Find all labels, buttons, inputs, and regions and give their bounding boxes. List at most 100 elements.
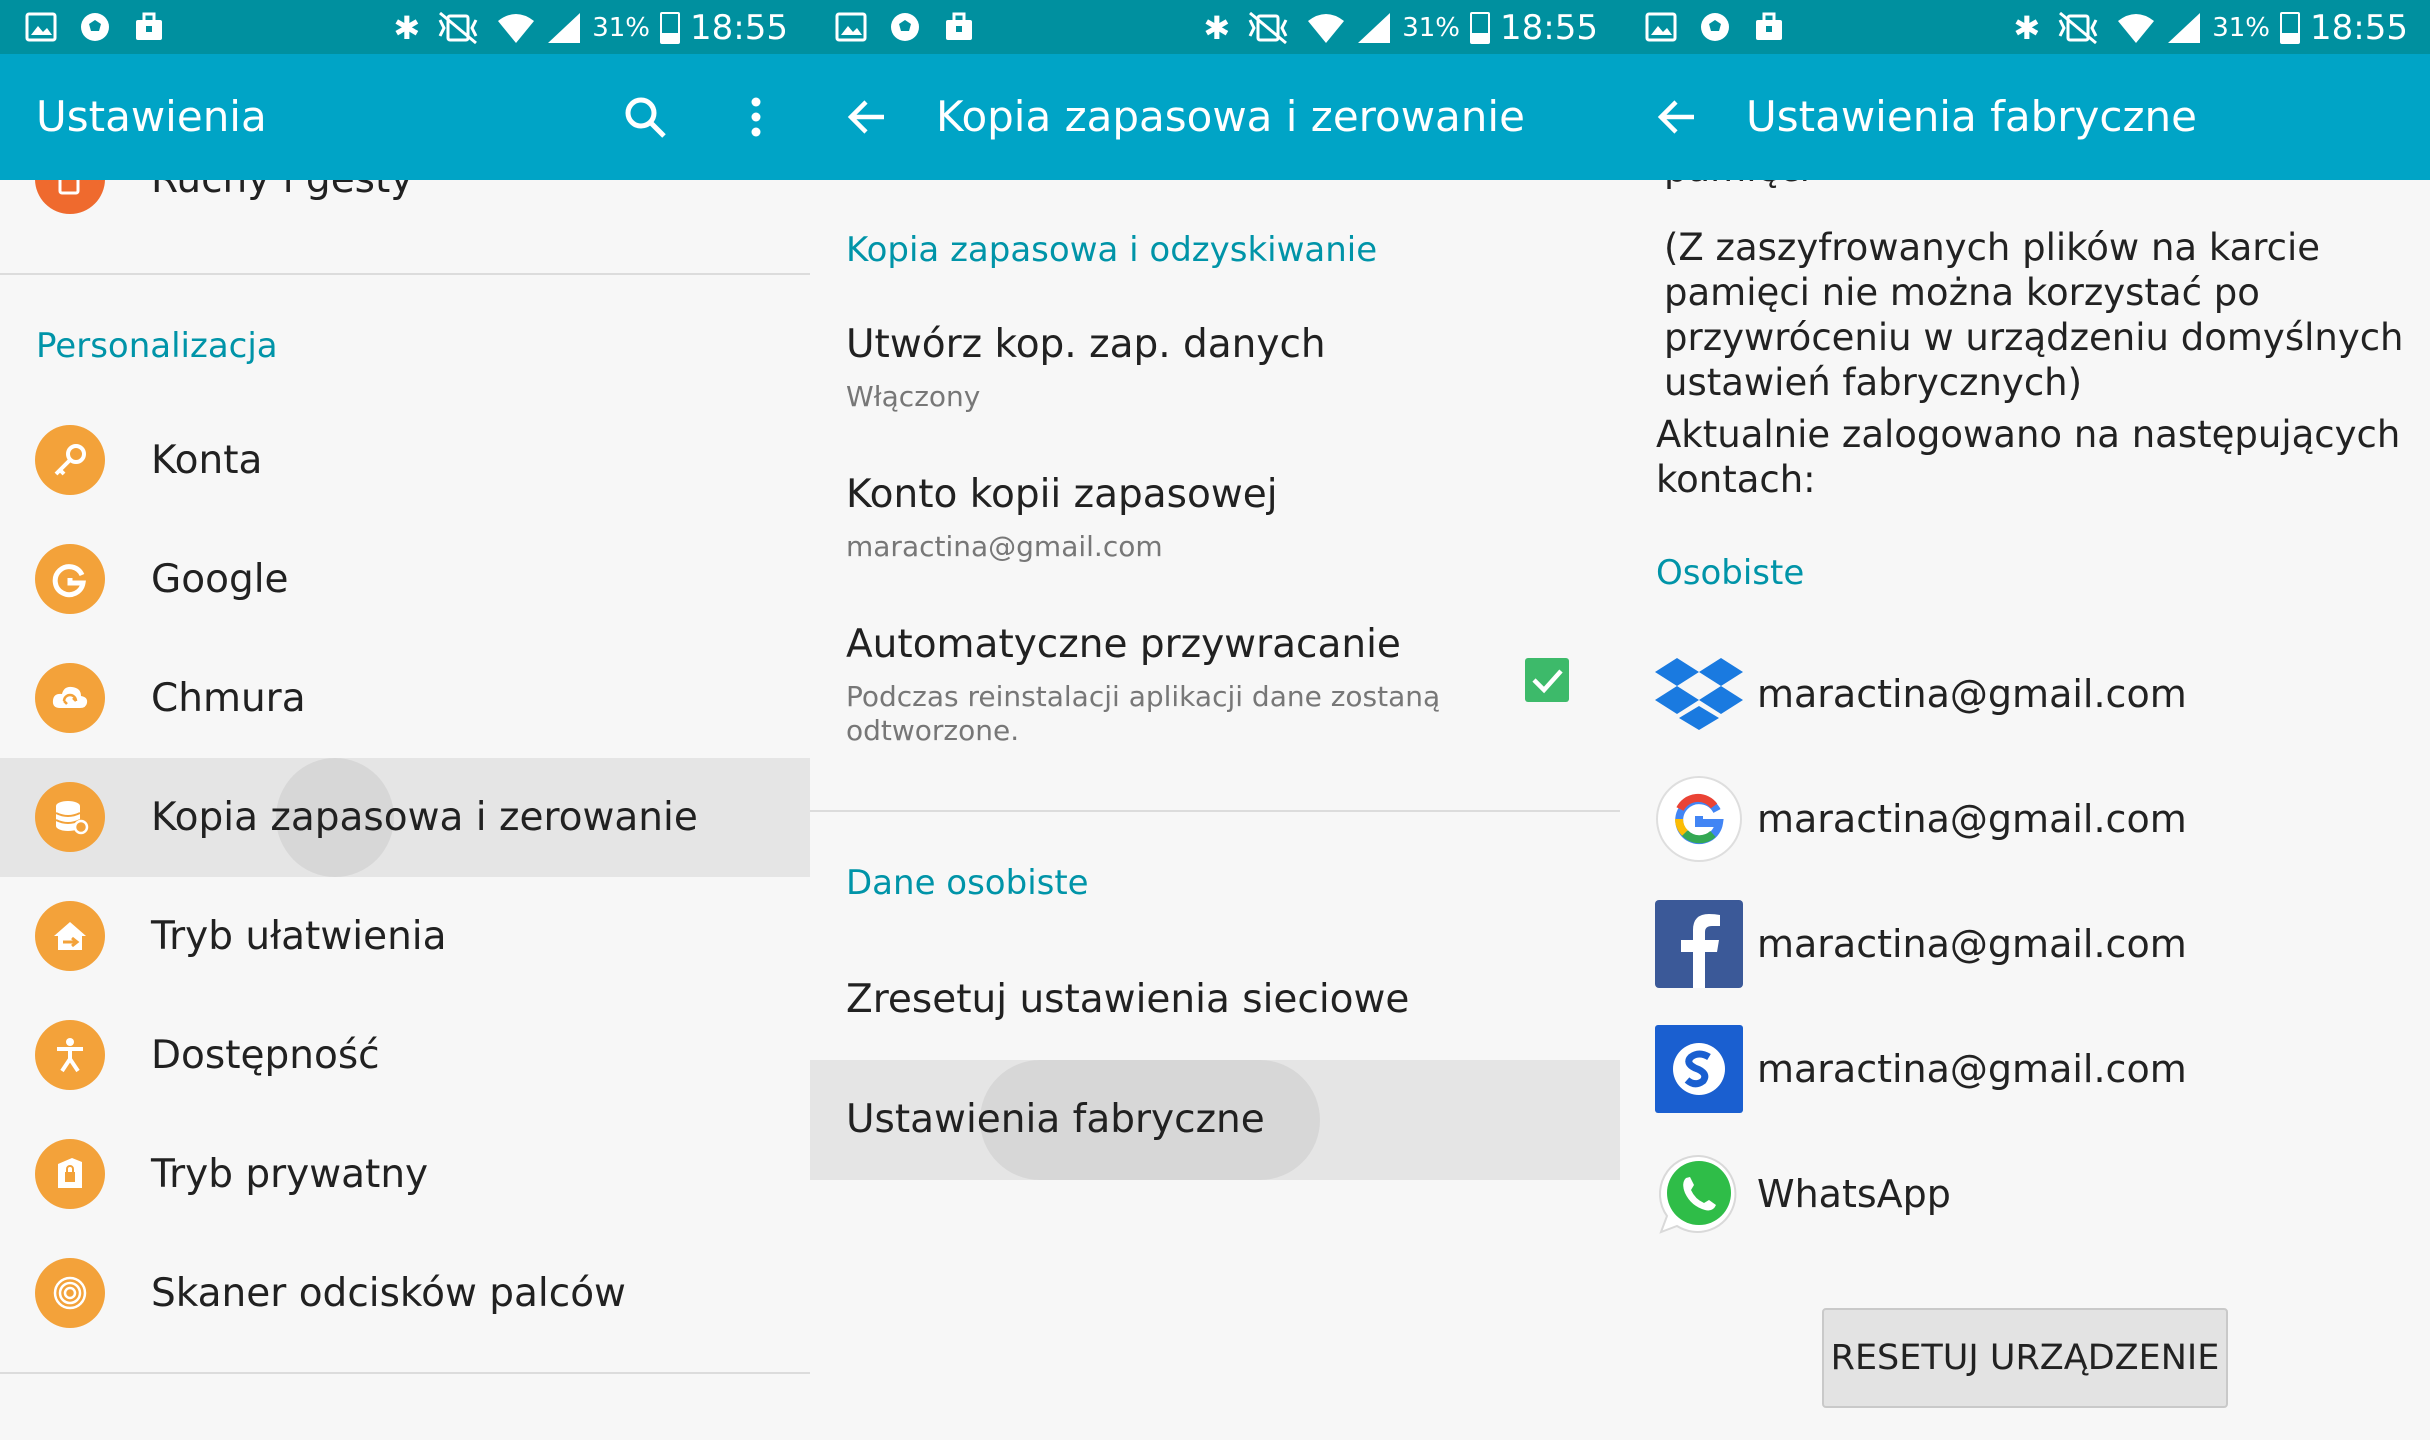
key-icon (35, 425, 105, 495)
list-item-label: Tryb ułatwienia (151, 914, 447, 959)
app-bar: Ustawienia fabryczne (1620, 54, 2430, 180)
vibrate-mute-icon (1248, 11, 1288, 45)
database-icon (35, 782, 105, 852)
wifi-icon (498, 14, 535, 43)
more-options-icon[interactable] (733, 94, 779, 140)
facebook-icon (1655, 900, 1743, 988)
list-item-konta[interactable]: Konta (0, 401, 810, 520)
clock: 18:55 (1500, 8, 1598, 48)
list-item-label: Tryb prywatny (151, 1152, 429, 1197)
check-icon (1532, 669, 1563, 694)
network-reset-item[interactable]: Zresetuj ustawienia sieciowe (810, 940, 1620, 1060)
list-item-chmura[interactable]: Chmura (0, 639, 810, 758)
settings-panel: ✱ 31% 18:55 Ustawienia Ruchy i gesty Per… (0, 0, 810, 1440)
divider (0, 1372, 810, 1374)
status-bar: ✱ 31% 18:55 (810, 0, 1620, 54)
section-header-osobiste: Osobiste (1656, 553, 1805, 593)
section-header-backup: Kopia zapasowa i odzyskiwanie (846, 230, 1378, 270)
search-icon[interactable] (622, 94, 668, 140)
settings-list: Ruchy i gesty Personalizacja Konta Googl… (0, 180, 810, 1440)
encryption-note-line-1: (Z zaszyfrowanych plików na karcie (1664, 226, 2321, 269)
list-item-label: Ruchy i gesty (151, 180, 413, 239)
list-item-ruchy-i-gesty[interactable]: Ruchy i gesty (0, 180, 810, 239)
back-arrow-icon[interactable] (846, 96, 888, 138)
bag-notification-icon (136, 12, 162, 40)
list-item-tryb-ulatwienia[interactable]: Tryb ułatwienia (0, 877, 810, 996)
account-label: maractina@gmail.com (1757, 922, 2187, 966)
account-label: WhatsApp (1757, 1172, 1951, 1216)
list-item-kopia-zapasowa[interactable]: Kopia zapasowa i zerowanie (0, 758, 810, 877)
list-item-google[interactable]: Google (0, 520, 810, 639)
gallery-notification-icon (1645, 12, 1677, 42)
reset-button-label: RESETUJ URZĄDZENIE (1830, 1338, 2220, 1378)
account-row-samsung: maractina@gmail.com (1655, 1010, 2415, 1120)
motion-gesture-icon (35, 180, 105, 214)
fingerprint-icon (35, 1258, 105, 1328)
list-item-skaner[interactable]: Skaner odcisków palców (0, 1234, 810, 1353)
page-title: Ustawienia fabryczne (1746, 92, 2197, 141)
backup-account-item[interactable]: Konto kopii zapasowej maractina@gmail.co… (810, 458, 1620, 608)
reset-device-button[interactable]: RESETUJ URZĄDZENIE (1822, 1308, 2228, 1408)
battery-percent: 31% (2212, 13, 2271, 43)
gallery-notification-icon (25, 12, 57, 42)
soccer-notification-icon (1701, 13, 1729, 41)
signal-icon (548, 13, 581, 43)
gallery-notification-icon (835, 12, 867, 42)
whatsapp-icon (1658, 1154, 1737, 1234)
pref-summary: Podczas reinstalacji aplikacji dane zost… (846, 680, 1441, 747)
soccer-notification-icon (81, 13, 109, 41)
battery-percent: 31% (592, 13, 651, 43)
list-item-dostepnosc[interactable]: Dostępność (0, 996, 810, 1115)
pref-title: Konto kopii zapasowej (846, 472, 1278, 517)
vibrate-mute-icon (438, 11, 478, 45)
account-label: maractina@gmail.com (1757, 1047, 2187, 1091)
logged-accounts-text-line-2: kontach: (1656, 458, 1816, 501)
google-icon (1656, 776, 1742, 862)
account-label: maractina@gmail.com (1757, 797, 2187, 841)
status-bar: ✱ 31% 18:55 (1620, 0, 2430, 54)
list-item-label: Google (151, 557, 289, 602)
encryption-note-line-2: pamięci nie można korzystać po (1664, 271, 2260, 314)
battery-percent: 31% (1402, 13, 1461, 43)
wifi-icon (2118, 14, 2155, 43)
factory-reset-item[interactable]: Ustawienia fabryczne (810, 1060, 1620, 1180)
private-lock-icon (35, 1139, 105, 1209)
list-item-label: Chmura (151, 676, 306, 721)
list-item-tryb-prywatny[interactable]: Tryb prywatny (0, 1115, 810, 1234)
factory-reset-panel: ✱ 31% 18:55 Ustawienia fabryczne pamięci… (1620, 0, 2430, 1440)
page-title: Ustawienia (36, 92, 267, 141)
divider (810, 810, 1620, 812)
bag-notification-icon (946, 12, 972, 40)
logged-accounts-text-line-1: Aktualnie zalogowano na następujących (1656, 413, 2401, 456)
page-title: Kopia zapasowa i zerowanie (936, 92, 1525, 141)
auto-restore-item[interactable]: Automatyczne przywracanie Podczas reinst… (810, 608, 1620, 788)
clock: 18:55 (2310, 8, 2408, 48)
backup-data-item[interactable]: Utwórz kop. zap. danych Włączony (810, 308, 1620, 458)
pref-title: Zresetuj ustawienia sieciowe (846, 977, 1410, 1022)
account-row-whatsapp: WhatsApp (1655, 1135, 2415, 1245)
section-header-personalizacja: Personalizacja (36, 326, 278, 366)
signal-icon (2168, 13, 2201, 43)
account-row-dropbox: maractina@gmail.com (1655, 635, 2415, 745)
battery-icon (660, 12, 681, 44)
bluetooth-icon: ✱ (1203, 9, 1231, 47)
pref-summary: Włączony (846, 380, 981, 413)
back-arrow-icon[interactable] (1656, 96, 1698, 138)
list-item-label: Kopia zapasowa i zerowanie (151, 795, 698, 840)
auto-restore-checkbox[interactable] (1525, 658, 1569, 702)
factory-reset-content: pamięci (Z zaszyfrowanych plików na karc… (1620, 180, 2430, 1440)
encryption-note-line-3: przywróceniu w urządzeniu domyślnych (1664, 316, 2404, 359)
list-item-label: Skaner odcisków palców (151, 1271, 626, 1316)
battery-icon (1470, 12, 1491, 44)
accessibility-icon (35, 1020, 105, 1090)
dropbox-icon (1655, 658, 1743, 730)
account-row-google: maractina@gmail.com (1655, 760, 2415, 870)
wifi-icon (1308, 14, 1345, 43)
account-row-facebook: maractina@gmail.com (1655, 885, 2415, 995)
vibrate-mute-icon (2058, 11, 2098, 45)
app-bar: Ustawienia (0, 54, 810, 180)
divider (0, 273, 810, 275)
bag-notification-icon (1756, 12, 1782, 40)
pref-title: Automatyczne przywracanie (846, 622, 1401, 667)
soccer-notification-icon (891, 13, 919, 41)
